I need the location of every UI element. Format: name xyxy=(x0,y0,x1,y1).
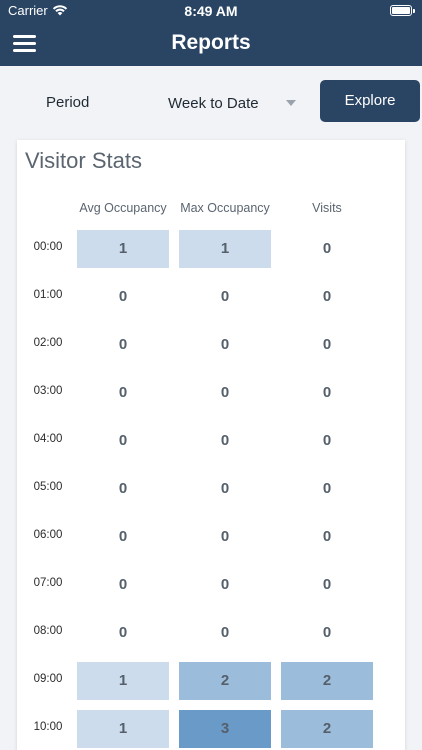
avg-occupancy-cell: 0 xyxy=(118,384,128,401)
hour-label: 07:00 xyxy=(33,577,63,589)
period-label: Period xyxy=(46,94,90,111)
table-row: 07:00 0 0 0 xyxy=(17,566,405,604)
nav-bar: Reports xyxy=(0,22,422,66)
visits-cell: 2 xyxy=(281,662,373,700)
hour-label: 04:00 xyxy=(33,433,63,445)
hour-label: 03:00 xyxy=(33,385,63,397)
visits-cell: 0 xyxy=(322,624,332,641)
visitor-stats-card: Visitor Stats Avg Occupancy Max Occupanc… xyxy=(17,140,405,750)
max-occupancy-cell: 0 xyxy=(220,288,230,305)
column-header-visits: Visits xyxy=(312,201,342,215)
hour-label: 01:00 xyxy=(33,289,63,301)
max-occupancy-cell: 1 xyxy=(179,230,271,268)
visits-cell: 0 xyxy=(322,576,332,593)
avg-occupancy-cell: 0 xyxy=(118,336,128,353)
hour-label: 05:00 xyxy=(33,481,63,493)
avg-occupancy-cell: 0 xyxy=(118,480,128,497)
page-title: Reports xyxy=(171,31,251,54)
clock: 8:49 AM xyxy=(184,3,238,19)
hour-label: 10:00 xyxy=(33,721,63,733)
visits-cell: 0 xyxy=(322,240,332,257)
column-header-avg-occupancy: Avg Occupancy xyxy=(79,201,167,215)
table-row: 09:00 1 2 2 xyxy=(17,662,405,700)
filter-bar: Period Week to Date Explore xyxy=(0,66,422,138)
battery-icon xyxy=(390,5,415,16)
max-occupancy-cell: 0 xyxy=(220,528,230,545)
avg-occupancy-cell: 1 xyxy=(77,710,169,748)
max-occupancy-cell: 0 xyxy=(220,576,230,593)
avg-occupancy-cell: 0 xyxy=(118,432,128,449)
max-occupancy-cell: 0 xyxy=(220,432,230,449)
avg-occupancy-cell: 0 xyxy=(118,288,128,305)
visits-cell: 2 xyxy=(281,710,373,748)
table-row: 08:00 0 0 0 xyxy=(17,614,405,652)
table-row: 01:00 0 0 0 xyxy=(17,278,405,316)
visits-cell: 0 xyxy=(322,432,332,449)
hour-label: 00:00 xyxy=(33,241,63,253)
period-value: Week to Date xyxy=(168,95,259,112)
table-row: 00:00 1 1 0 xyxy=(17,230,405,268)
hour-label: 06:00 xyxy=(33,529,63,541)
avg-occupancy-cell: 0 xyxy=(118,528,128,545)
max-occupancy-cell: 0 xyxy=(220,384,230,401)
card-title: Visitor Stats xyxy=(25,148,142,173)
table-row: 02:00 0 0 0 xyxy=(17,326,405,364)
table-row: 04:00 0 0 0 xyxy=(17,422,405,460)
visits-cell: 0 xyxy=(322,288,332,305)
max-occupancy-cell: 0 xyxy=(220,624,230,641)
hour-label: 02:00 xyxy=(33,337,63,349)
table-row: 05:00 0 0 0 xyxy=(17,470,405,508)
chevron-down-icon xyxy=(286,100,296,106)
avg-occupancy-cell: 0 xyxy=(118,576,128,593)
table-row: 06:00 0 0 0 xyxy=(17,518,405,556)
hour-label: 08:00 xyxy=(33,625,63,637)
avg-occupancy-cell: 1 xyxy=(77,230,169,268)
max-occupancy-cell: 2 xyxy=(179,662,271,700)
table-row: 10:00 1 3 2 xyxy=(17,710,405,748)
max-occupancy-cell: 0 xyxy=(220,480,230,497)
avg-occupancy-cell: 1 xyxy=(77,662,169,700)
column-header-max-occupancy: Max Occupancy xyxy=(180,201,270,215)
max-occupancy-cell: 3 xyxy=(179,710,271,748)
visits-cell: 0 xyxy=(322,384,332,401)
avg-occupancy-cell: 0 xyxy=(118,624,128,641)
visits-cell: 0 xyxy=(322,480,332,497)
hour-label: 09:00 xyxy=(33,673,63,685)
visits-cell: 0 xyxy=(322,528,332,545)
table-row: 03:00 0 0 0 xyxy=(17,374,405,412)
max-occupancy-cell: 0 xyxy=(220,336,230,353)
status-bar: Carrier 8:49 AM xyxy=(0,0,422,22)
app-root: Carrier 8:49 AM Reports Period Week to D… xyxy=(0,0,422,750)
visits-cell: 0 xyxy=(322,336,332,353)
explore-button[interactable]: Explore xyxy=(320,80,420,122)
period-select[interactable]: Week to Date xyxy=(150,86,306,120)
